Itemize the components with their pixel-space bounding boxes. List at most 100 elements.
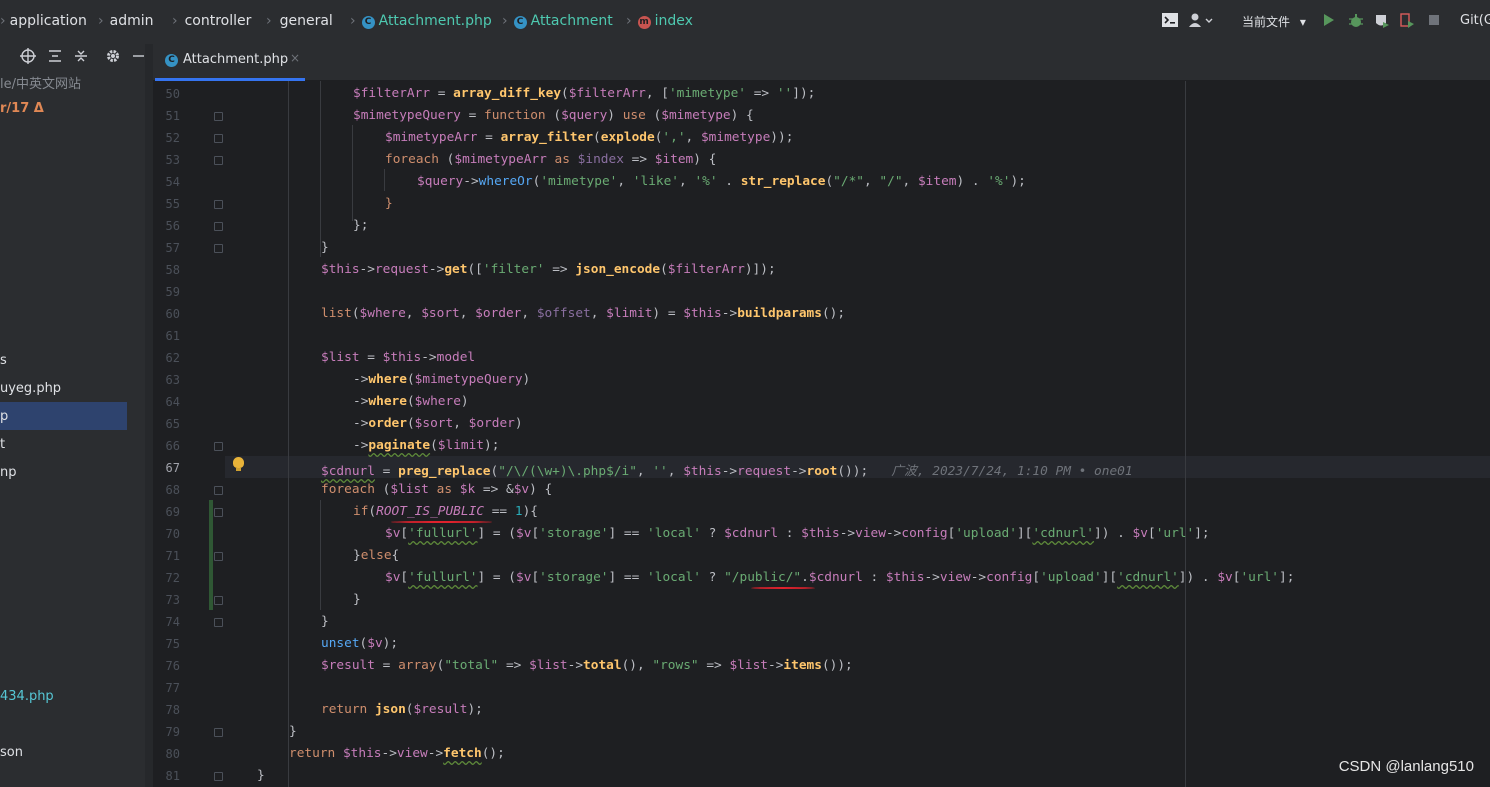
- breadcrumb-item-application[interactable]: › application: [0, 13, 87, 29]
- user-icon[interactable]: [1189, 13, 1217, 31]
- line-number[interactable]: 70: [153, 527, 180, 541]
- code-line[interactable]: $this->request->get(['filter' => json_en…: [321, 262, 776, 277]
- code-line[interactable]: foreach ($list as $k => &$v) {: [321, 482, 552, 497]
- code-line[interactable]: $v['fullurl'] = ($v['storage'] == 'local…: [385, 570, 1294, 585]
- line-number[interactable]: 59: [153, 285, 180, 299]
- fold-marker-icon[interactable]: [214, 552, 223, 561]
- line-number[interactable]: 67: [153, 461, 180, 475]
- tree-item[interactable]: son: [0, 745, 23, 760]
- locate-icon[interactable]: [20, 48, 36, 68]
- line-number[interactable]: 72: [153, 571, 180, 585]
- code-line[interactable]: }: [321, 614, 329, 629]
- fold-marker-icon[interactable]: [214, 156, 223, 165]
- line-number[interactable]: 69: [153, 505, 180, 519]
- code-line[interactable]: }: [321, 240, 329, 255]
- tree-item[interactable]: s: [0, 353, 7, 368]
- code-line[interactable]: $mimetypeQuery = function ($query) use (…: [353, 108, 754, 123]
- collapse-all-icon[interactable]: [73, 48, 89, 68]
- code-line[interactable]: ->where($mimetypeQuery): [353, 372, 530, 387]
- line-number[interactable]: 58: [153, 263, 180, 277]
- code-line[interactable]: $mimetypeArr = array_filter(explode(',',…: [385, 130, 793, 145]
- line-number[interactable]: 68: [153, 483, 180, 497]
- line-number-gutter[interactable]: 50 51 52 53 54 55 56 57 58 59 60 61 62 63 64 65 66 67 68 69…: [153, 81, 225, 787]
- line-number[interactable]: 74: [153, 615, 180, 629]
- fold-marker-icon[interactable]: [214, 200, 223, 209]
- breadcrumb-item-general[interactable]: › general: [266, 13, 333, 29]
- code-editor[interactable]: 50 51 52 53 54 55 56 57 58 59 60 61 62 63 64 65 66 67 68 69…: [153, 81, 1490, 787]
- line-number[interactable]: 63: [153, 373, 180, 387]
- code-line[interactable]: list($where, $sort, $order, $offset, $li…: [321, 306, 845, 321]
- code-line[interactable]: ->order($sort, $order): [353, 416, 523, 431]
- line-number[interactable]: 61: [153, 329, 180, 343]
- panel-splitter[interactable]: [145, 44, 153, 787]
- code-line[interactable]: if(ROOT_IS_PUBLIC == 1){: [353, 504, 538, 519]
- breadcrumb-item-controller[interactable]: › controller: [172, 13, 251, 29]
- fold-marker-icon[interactable]: [214, 486, 223, 495]
- tab-attachment-php[interactable]: C Attachment.php ×: [155, 44, 305, 81]
- debug-icon[interactable]: [1348, 13, 1364, 33]
- code-line[interactable]: ->where($where): [353, 394, 469, 409]
- code-line[interactable]: }: [353, 592, 361, 607]
- git-menu[interactable]: Git(G: [1460, 13, 1490, 28]
- tree-item[interactable]: t: [0, 437, 5, 452]
- code-line[interactable]: $result = array("total" => $list->total(…: [321, 658, 853, 673]
- tree-item[interactable]: uyeg.php: [0, 381, 61, 396]
- tree-item-selected[interactable]: p: [0, 409, 8, 424]
- line-number[interactable]: 77: [153, 681, 180, 695]
- line-number[interactable]: 81: [153, 769, 180, 783]
- close-tab-icon[interactable]: ×: [290, 51, 300, 65]
- run-icon[interactable]: [1323, 13, 1335, 31]
- code-line[interactable]: }: [385, 196, 393, 211]
- line-number[interactable]: 50: [153, 87, 180, 101]
- code-line[interactable]: }: [289, 724, 297, 739]
- code-line[interactable]: $filterArr = array_diff_key($filterArr, …: [353, 86, 815, 101]
- profile-icon[interactable]: [1400, 13, 1416, 33]
- line-number[interactable]: 76: [153, 659, 180, 673]
- code-line[interactable]: ->paginate($limit);: [353, 438, 499, 453]
- code-line[interactable]: return json($result);: [321, 702, 483, 717]
- stop-icon[interactable]: [1428, 13, 1440, 31]
- fold-marker-icon[interactable]: [214, 596, 223, 605]
- line-number[interactable]: 64: [153, 395, 180, 409]
- run-configuration-dropdown[interactable]: 当前文件 ▾: [1242, 13, 1306, 30]
- fold-marker-icon[interactable]: [214, 772, 223, 781]
- code-line[interactable]: foreach ($mimetypeArr as $index => $item…: [385, 152, 716, 167]
- line-number[interactable]: 62: [153, 351, 180, 365]
- line-number[interactable]: 51: [153, 109, 180, 123]
- code-line[interactable]: $v['fullurl'] = ($v['storage'] == 'local…: [385, 526, 1210, 541]
- line-number[interactable]: 79: [153, 725, 180, 739]
- line-number[interactable]: 56: [153, 219, 180, 233]
- line-number[interactable]: 65: [153, 417, 180, 431]
- line-number[interactable]: 53: [153, 153, 180, 167]
- line-number[interactable]: 57: [153, 241, 180, 255]
- code-line[interactable]: $list = $this->model: [321, 350, 475, 365]
- fold-marker-icon[interactable]: [214, 618, 223, 627]
- code-line[interactable]: };: [353, 218, 368, 233]
- code-line[interactable]: $cdnurl = preg_replace("/\/(\w+)\.php$/i…: [321, 460, 1133, 479]
- settings-icon[interactable]: [105, 48, 121, 68]
- code-line[interactable]: return $this->view->fetch();: [289, 746, 505, 761]
- line-number[interactable]: 73: [153, 593, 180, 607]
- minimize-icon[interactable]: [132, 48, 144, 68]
- line-number[interactable]: 66: [153, 439, 180, 453]
- expand-all-icon[interactable]: [47, 48, 63, 68]
- breadcrumb-item-attachment-file[interactable]: › C Attachment.php: [350, 13, 492, 29]
- bulb-icon[interactable]: [233, 457, 244, 471]
- code-line[interactable]: }else{: [353, 548, 399, 563]
- coverage-icon[interactable]: [1374, 13, 1390, 33]
- line-number[interactable]: 78: [153, 703, 180, 717]
- fold-marker-icon[interactable]: [214, 222, 223, 231]
- line-number[interactable]: 55: [153, 197, 180, 211]
- fold-marker-icon[interactable]: [214, 244, 223, 253]
- fold-marker-icon[interactable]: [214, 112, 223, 121]
- breadcrumb-item-index-method[interactable]: › m index: [626, 13, 693, 29]
- code-line[interactable]: unset($v);: [321, 636, 398, 651]
- code-line[interactable]: }: [257, 768, 265, 783]
- fold-marker-icon[interactable]: [214, 134, 223, 143]
- breadcrumb-item-admin[interactable]: › admin: [98, 13, 153, 29]
- line-number[interactable]: 75: [153, 637, 180, 651]
- fold-marker-icon[interactable]: [214, 508, 223, 517]
- tree-item[interactable]: 434.php: [0, 689, 54, 704]
- line-number[interactable]: 71: [153, 549, 180, 563]
- line-number[interactable]: 80: [153, 747, 180, 761]
